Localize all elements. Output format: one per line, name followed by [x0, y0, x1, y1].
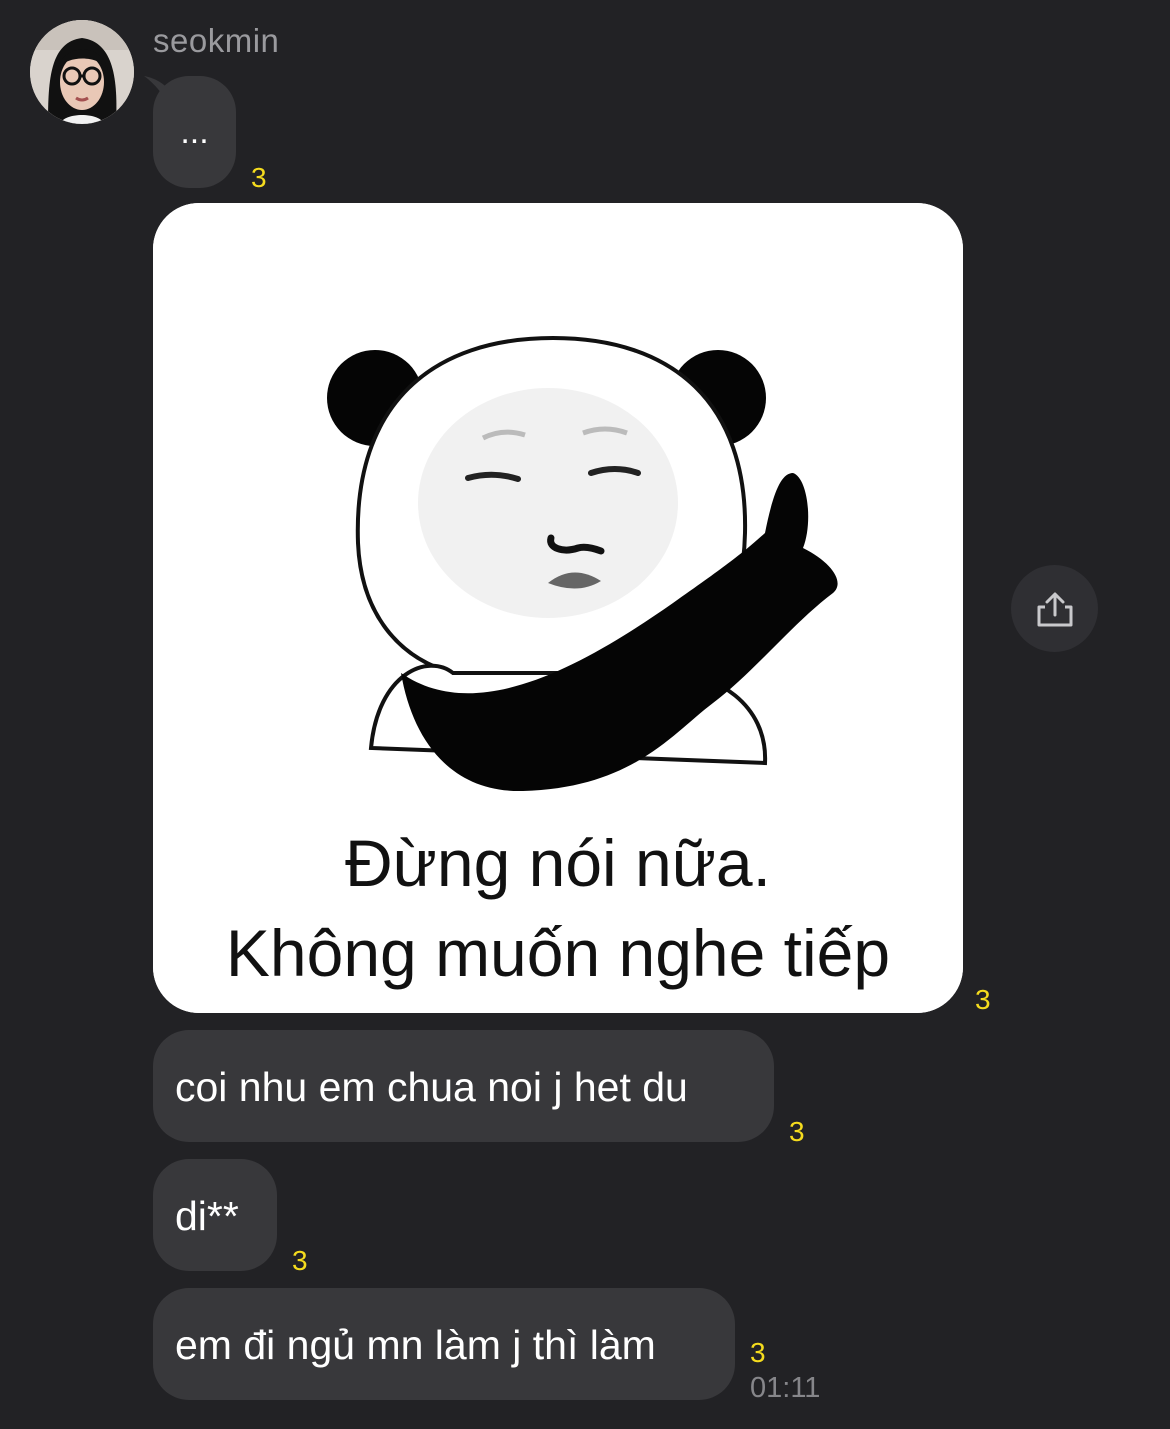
- message-text: coi nhu em chua noi j het du: [175, 1064, 688, 1110]
- message-text: ...: [180, 113, 209, 151]
- unread-count: 3: [292, 1245, 308, 1276]
- share-icon: [1037, 592, 1072, 626]
- unread-count: 3: [789, 1116, 805, 1147]
- message-bubble[interactable]: coi nhu em chua noi j het du: [153, 1030, 774, 1142]
- sender-avatar[interactable]: [30, 20, 134, 124]
- message-timestamp: 01:11: [750, 1372, 821, 1404]
- unread-count: 3: [251, 162, 267, 193]
- message-text: di**: [175, 1193, 239, 1239]
- sticker-caption-line2: Không muốn nghe tiếp: [226, 916, 890, 990]
- unread-count: 3: [750, 1337, 766, 1368]
- unread-count: 3: [975, 984, 991, 1015]
- sender-name: seokmin: [153, 22, 280, 59]
- share-button[interactable]: [1011, 565, 1098, 652]
- sticker-image[interactable]: Đừng nói nữa. Không muốn nghe tiếp: [153, 203, 963, 1013]
- message-text: em đi ngủ mn làm j thì làm: [175, 1322, 656, 1368]
- message-bubble[interactable]: em đi ngủ mn làm j thì làm: [153, 1288, 735, 1400]
- message-bubble[interactable]: di**: [153, 1159, 277, 1271]
- sticker-caption-line1: Đừng nói nữa.: [345, 826, 771, 900]
- message-bubble[interactable]: ...: [153, 76, 236, 188]
